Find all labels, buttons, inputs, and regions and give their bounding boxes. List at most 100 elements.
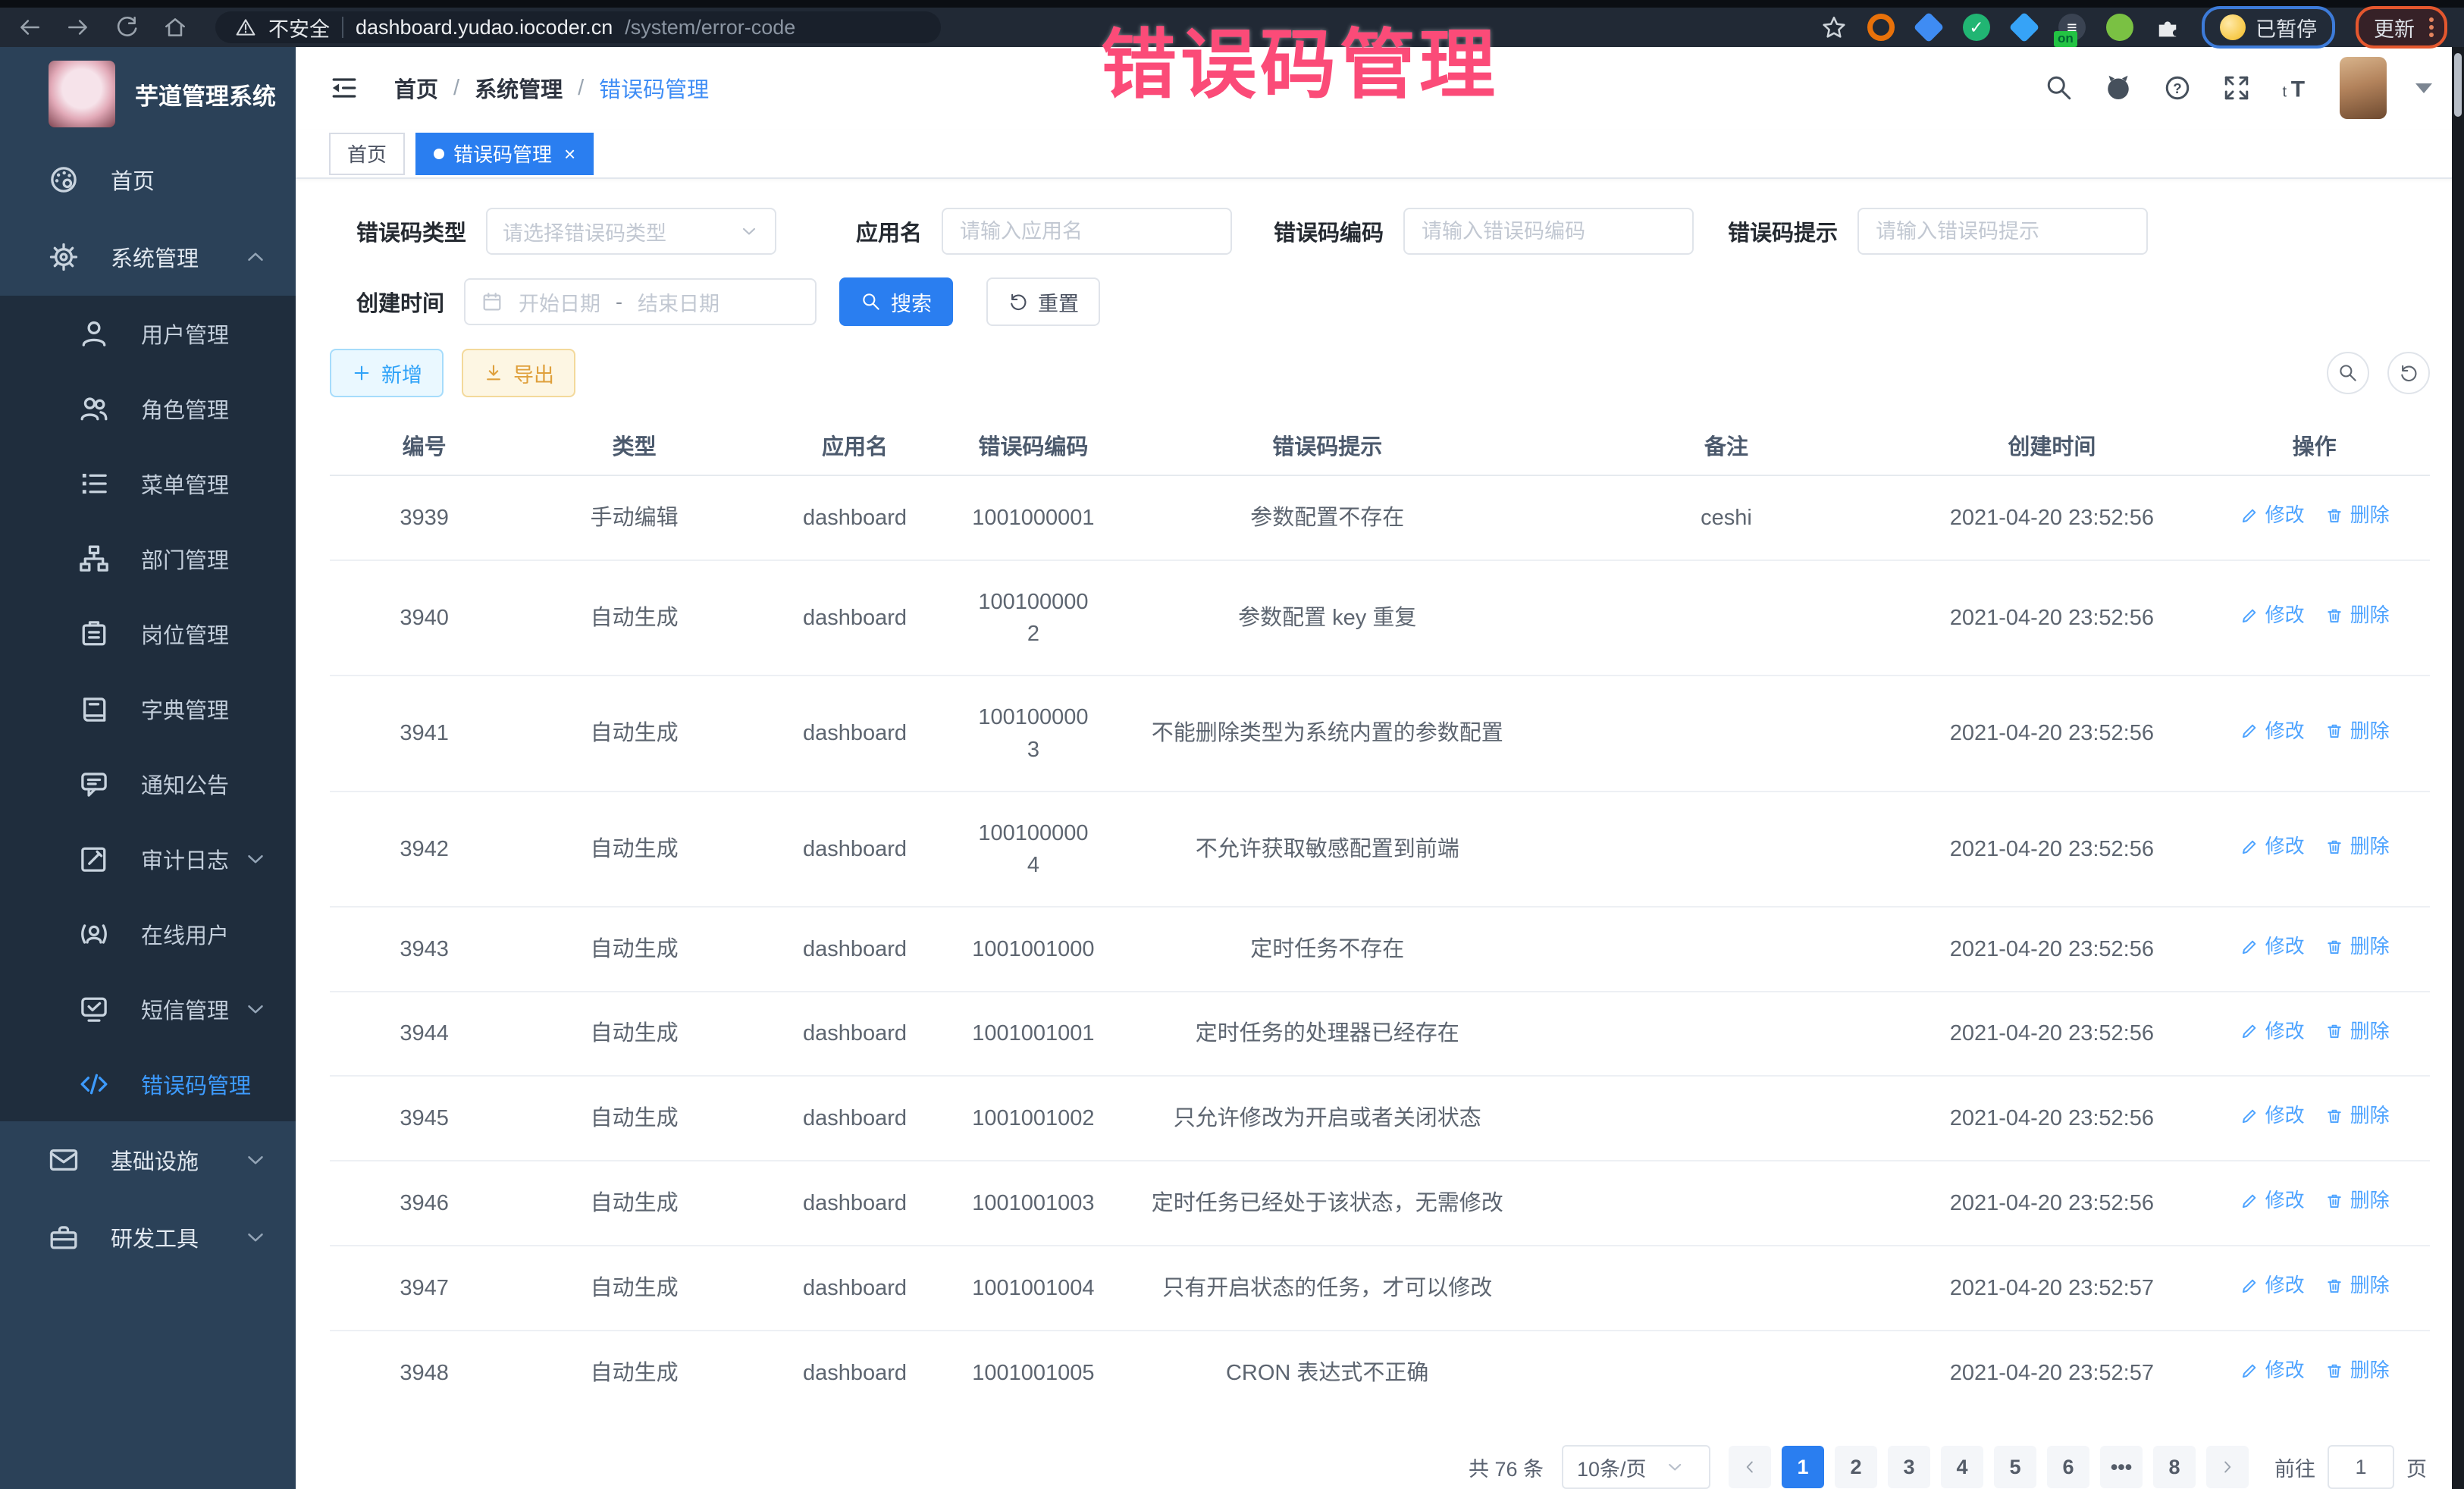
browser-forward-icon[interactable] [65,14,91,40]
delete-link[interactable]: 删除 [2324,717,2390,746]
chrome-update-chip[interactable]: 更新 [2356,6,2447,49]
sync-paused-chip[interactable]: 已暂停 [2202,6,2335,49]
delete-link[interactable]: 删除 [2324,1356,2390,1385]
breadcrumb-item-1[interactable]: 系统管理 [475,72,563,104]
extension-dark-on-icon[interactable]: ≡on [2058,14,2086,41]
fullscreen-icon[interactable] [2221,73,2252,103]
sidebar-item-audit[interactable]: 审计日志 [0,821,296,896]
edit-link[interactable]: 修改 [2240,1271,2305,1300]
toggle-search-button[interactable] [2327,352,2369,394]
extension-blue-gem-icon[interactable] [1914,12,1945,43]
sidebar-item-online[interactable]: 在线用户 [0,896,296,971]
create-time-range-picker[interactable]: 开始日期 - 结束日期 [464,278,817,325]
table-row: 3942自动生成dashboard1001000004不允许获取敏感配置到前端2… [330,792,2430,907]
page-button-1[interactable]: 1 [1782,1446,1824,1488]
sidebar-item-errcode[interactable]: 错误码管理 [0,1046,296,1121]
refresh-table-button[interactable] [2387,352,2430,394]
sidebar-item-devtool[interactable]: 研发工具 [0,1199,296,1276]
app-name-input[interactable] [958,219,1215,244]
error-code-input[interactable] [1420,219,1677,244]
font-size-icon[interactable]: tT [2281,73,2311,103]
prev-page-button[interactable] [1729,1446,1771,1488]
browser-reload-icon[interactable] [114,14,140,40]
extension-green-check-icon[interactable]: ✓ [1963,14,1990,41]
edit-link[interactable]: 修改 [2240,501,2305,530]
next-page-button[interactable] [2206,1446,2249,1488]
extension-puzzle-icon[interactable] [2154,14,2181,41]
sidebar-item-home[interactable]: 首页 [0,141,296,218]
tab-首页[interactable]: 首页 [329,133,405,175]
table-toolbar: 新增 导出 [330,349,2430,397]
pager-ellipsis[interactable]: ••• [2100,1446,2143,1488]
sidebar-item-infra[interactable]: 基础设施 [0,1121,296,1199]
page-button-6[interactable]: 6 [2047,1446,2089,1488]
page-button-3[interactable]: 3 [1888,1446,1930,1488]
browser-home-icon[interactable] [162,14,188,40]
sidebar-item-notice[interactable]: 通知公告 [0,746,296,821]
pencil-icon [2240,506,2259,525]
edit-link[interactable]: 修改 [2240,1102,2305,1130]
sidebar-item-menu[interactable]: 菜单管理 [0,446,296,521]
cell-actions: 修改删除 [2199,475,2430,560]
edit-link[interactable]: 修改 [2240,717,2305,746]
edit-link[interactable]: 修改 [2240,601,2305,630]
extension-orange-ring-icon[interactable] [1867,14,1895,41]
scrollbar-thumb[interactable] [2454,53,2462,117]
reset-button[interactable]: 重置 [986,277,1100,326]
sidebar-item-role[interactable]: 角色管理 [0,371,296,446]
delete-link[interactable]: 删除 [2324,1271,2390,1300]
github-icon[interactable] [2103,73,2133,103]
refresh-icon [1008,291,1029,312]
filter-date-label: 创建时间 [356,286,444,318]
page-button-2[interactable]: 2 [1835,1446,1877,1488]
filter-row-1: 错误码类型 请选择错误码类型 应用名 错误码编码 [330,208,2430,255]
sidebar-item-sms[interactable]: 短信管理 [0,971,296,1046]
help-icon[interactable]: ? [2162,73,2193,103]
delete-link[interactable]: 删除 [2324,501,2390,530]
export-button[interactable]: 导出 [462,349,575,397]
error-type-select[interactable]: 请选择错误码类型 [486,208,776,255]
delete-link[interactable]: 删除 [2324,1017,2390,1046]
edit-link[interactable]: 修改 [2240,1356,2305,1385]
page-size-select[interactable]: 10条/页 [1562,1445,1710,1489]
browser-back-icon[interactable] [17,14,42,40]
edit-link[interactable]: 修改 [2240,933,2305,961]
search-button[interactable]: 搜索 [839,277,953,326]
sidebar-item-dept[interactable]: 部门管理 [0,521,296,596]
column-header-应用名: 应用名 [750,415,960,475]
delete-link[interactable]: 删除 [2324,1186,2390,1215]
add-button[interactable]: 新增 [330,349,444,397]
sidebar-item-system[interactable]: 系统管理 [0,218,296,296]
extension-blue-grid-icon[interactable] [2009,12,2040,43]
avatar-dropdown-caret-icon[interactable] [2415,83,2432,93]
column-header-操作: 操作 [2199,415,2430,475]
edit-link[interactable]: 修改 [2240,832,2305,861]
search-icon [861,291,882,312]
search-icon [2337,362,2359,384]
sidebar-item-dict[interactable]: 字典管理 [0,671,296,746]
edit-link[interactable]: 修改 [2240,1186,2305,1215]
address-bar[interactable]: 不安全 dashboard.yudao.iocoder.cn /system/e… [215,11,941,43]
kebab-menu-icon[interactable] [2429,17,2434,37]
sidebar-toggle-icon[interactable] [328,71,361,105]
bookmark-star-icon[interactable] [1821,14,1847,40]
app-logo[interactable]: 芋道管理系统 [0,47,296,141]
tab-错误码管理[interactable]: 错误码管理× [415,133,594,175]
goto-page-input[interactable] [2328,1445,2394,1489]
extension-green-key-icon[interactable] [2106,14,2133,41]
delete-link[interactable]: 删除 [2324,1102,2390,1130]
edit-link[interactable]: 修改 [2240,1017,2305,1046]
tab-close-icon[interactable]: × [564,144,575,164]
error-msg-input[interactable] [1874,219,2131,244]
delete-link[interactable]: 删除 [2324,933,2390,961]
sidebar-item-post[interactable]: 岗位管理 [0,596,296,671]
page-button-8[interactable]: 8 [2153,1446,2196,1488]
user-avatar[interactable] [2340,57,2387,119]
page-button-5[interactable]: 5 [1994,1446,2036,1488]
breadcrumb-item-0[interactable]: 首页 [394,72,438,104]
page-button-4[interactable]: 4 [1941,1446,1983,1488]
sidebar-item-user[interactable]: 用户管理 [0,296,296,371]
search-icon[interactable] [2044,73,2074,103]
delete-link[interactable]: 删除 [2324,832,2390,861]
delete-link[interactable]: 删除 [2324,601,2390,630]
